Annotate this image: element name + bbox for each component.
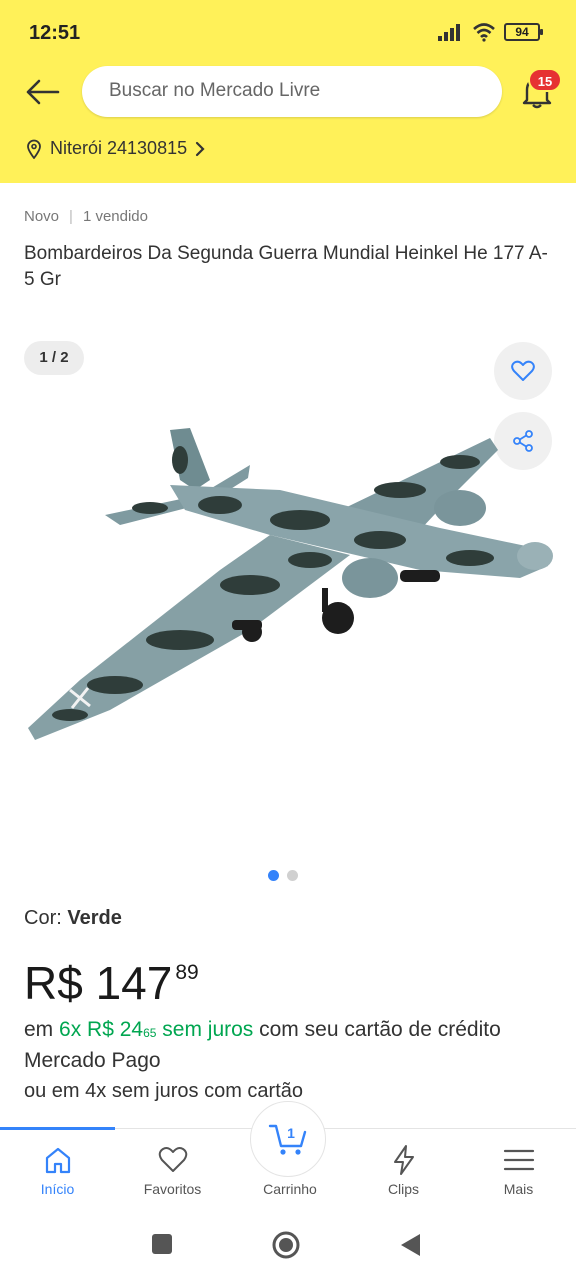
nav-item-favoritos[interactable]: Favoritos [115, 1129, 230, 1209]
engine-right [434, 490, 486, 526]
nose [517, 542, 553, 570]
nav-label: Clips [387, 1181, 420, 1197]
chevron-right-icon [196, 141, 205, 156]
bottom-navigation: Início Favoritos 1 Carrinho Clips Mais [0, 1101, 576, 1210]
system-navigation [0, 1212, 576, 1280]
color-label: Cor: [24, 907, 68, 929]
favorite-button[interactable] [494, 342, 552, 400]
product-title: Bombardeiros Da Segunda Guerra Mundial H… [24, 243, 548, 290]
installment-info: em 6x R$ 2465 sem juros com seu cartão d… [24, 1014, 554, 1076]
nav-label: Favoritos [143, 1181, 202, 1197]
color-value: Verde [67, 907, 122, 929]
installment-alt: ou em 4x sem juros com cartão [24, 1080, 303, 1102]
installment-count-price: 6x R$ 24 [59, 1018, 144, 1041]
image-counter: 1 / 2 [24, 341, 84, 375]
nav-label: Mais [503, 1181, 534, 1197]
price-main: R$ 147 [24, 957, 173, 1009]
signal-icon [438, 24, 460, 41]
location-text: Niterói 24130815 [50, 138, 188, 158]
arrow-left-icon [26, 79, 60, 105]
engine-left [342, 558, 398, 598]
nav-item-inicio[interactable]: Início [0, 1129, 115, 1209]
nav-label: Início [40, 1181, 75, 1197]
cart-icon: 1 [268, 1124, 307, 1155]
heart-icon [511, 360, 535, 381]
installment-prefix: em [24, 1018, 60, 1041]
home-button-icon[interactable] [271, 1230, 301, 1260]
recents-icon[interactable] [150, 1232, 174, 1256]
product-image[interactable] [20, 410, 560, 750]
status-time: 12:51 [29, 22, 81, 44]
status-icons: 94 [438, 22, 543, 42]
installment-amount: 6x R$ 2465 sem juros [59, 1018, 253, 1041]
location-selector[interactable]: Niterói 24130815 [26, 138, 205, 159]
color-variant[interactable]: Cor: Verde [24, 907, 122, 930]
price-cents: 89 [175, 961, 199, 984]
battery-indicator: 94 [504, 23, 543, 41]
product-meta: Novo | 1 vendido [24, 208, 148, 225]
location-pin-icon [27, 139, 41, 159]
status-bar: 12:51 94 [0, 0, 576, 62]
pagination-dot[interactable] [268, 870, 279, 881]
back-button[interactable] [22, 72, 62, 112]
installment-cents: 65 [143, 1026, 157, 1040]
nav-item-clips[interactable]: Clips [346, 1129, 461, 1209]
meta-separator: | [69, 208, 73, 225]
nav-label: Carrinho [263, 1181, 317, 1197]
cart-count: 1 [287, 1125, 295, 1141]
pagination-dot[interactable] [287, 870, 298, 881]
installment-no-interest: sem juros [156, 1018, 254, 1041]
notification-badge: 15 [528, 68, 562, 92]
wifi-icon [473, 23, 495, 42]
home-icon [45, 1147, 70, 1174]
search-input[interactable]: Buscar no Mercado Livre [82, 66, 502, 117]
nav-item-carrinho[interactable]: 1 [250, 1101, 326, 1177]
heart-icon [158, 1147, 187, 1172]
lightning-icon [393, 1145, 414, 1175]
nav-item-mais[interactable]: Mais [461, 1129, 576, 1209]
menu-icon [503, 1149, 534, 1171]
sold-count: 1 vendido [82, 208, 148, 225]
image-pagination [268, 870, 298, 881]
back-triangle-icon[interactable] [398, 1232, 422, 1258]
header: 12:51 94 Buscar no Mercado Livre 15 Nite… [0, 0, 576, 183]
price: R$ 147 89 [24, 955, 199, 1011]
search-placeholder: Buscar no Mercado Livre [109, 80, 321, 101]
condition-label: Novo [24, 208, 60, 225]
